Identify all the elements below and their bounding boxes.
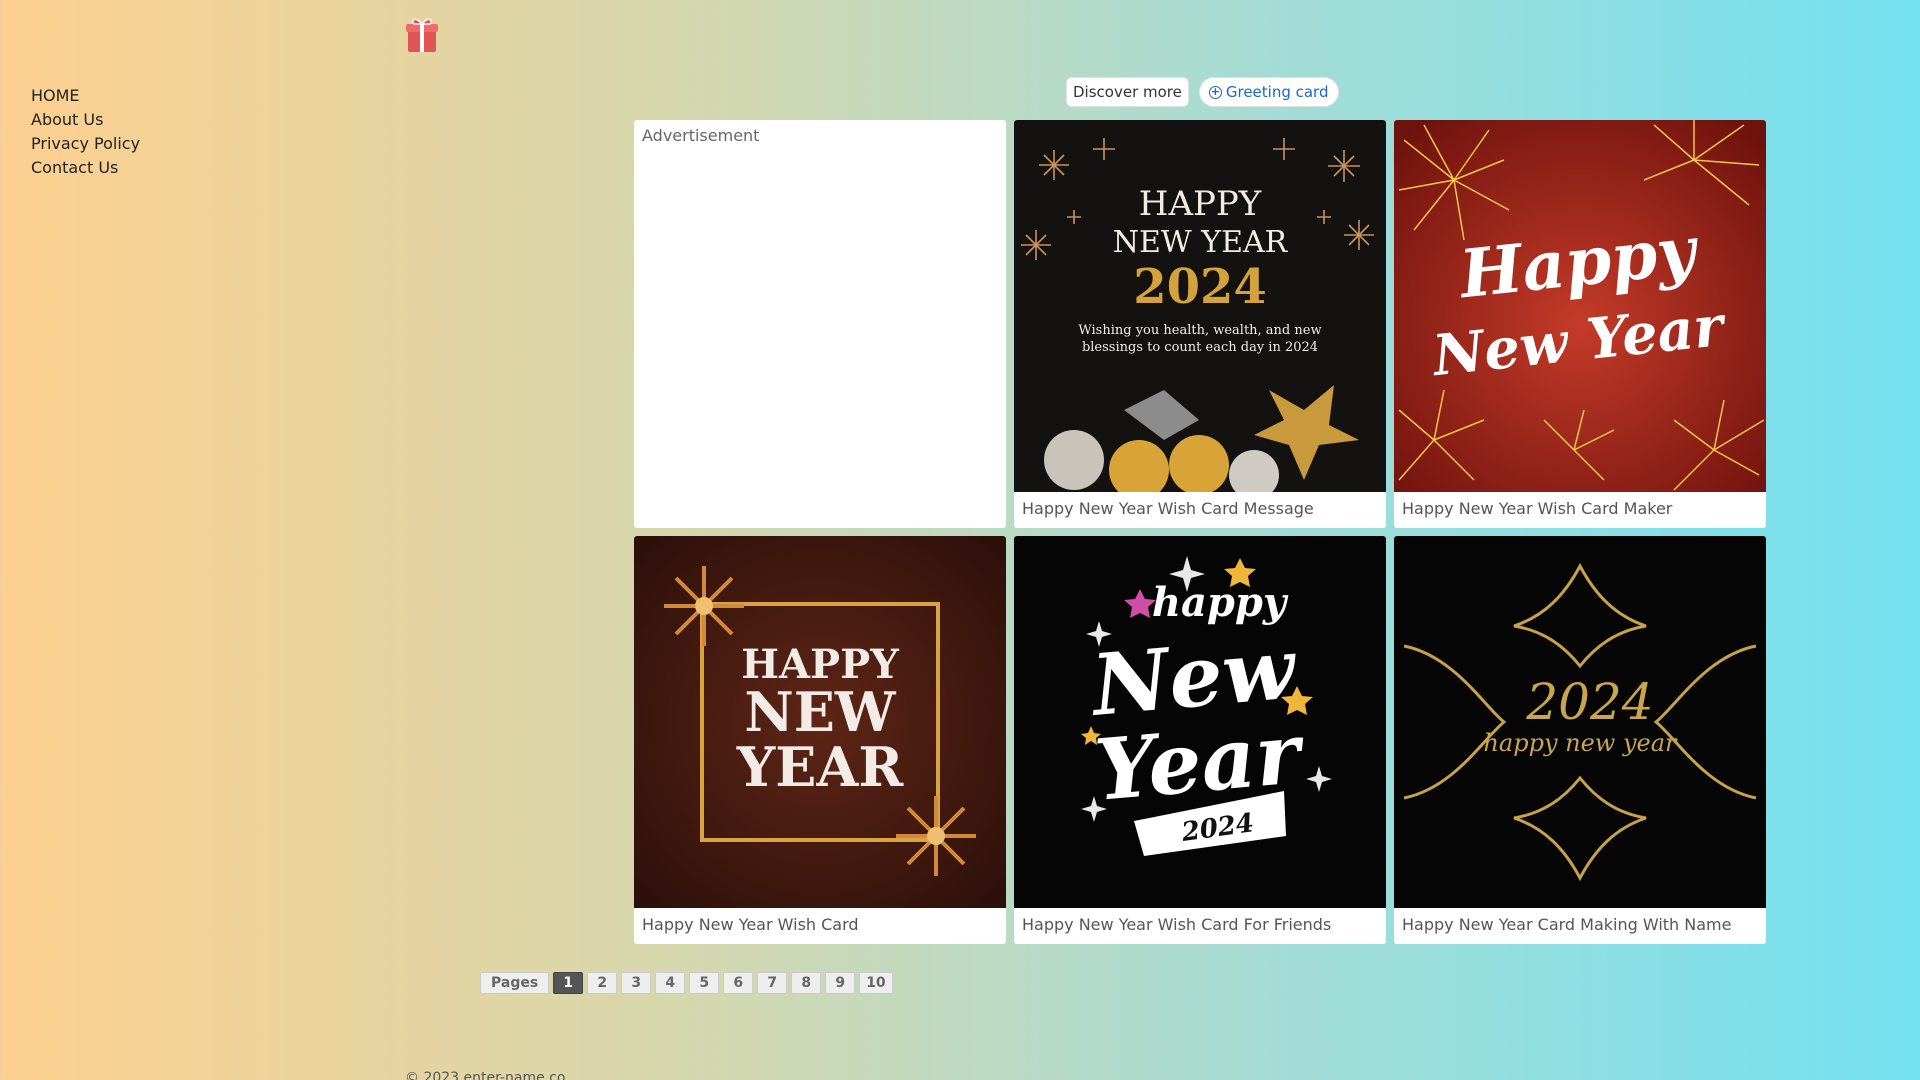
advertisement-slot[interactable]: Advertisement — [634, 120, 1006, 528]
gift-icon — [406, 18, 438, 52]
page-button-6[interactable]: 6 — [723, 972, 754, 994]
page-button-5[interactable]: 5 — [689, 972, 720, 994]
nav-item-home[interactable]: HOME — [31, 84, 140, 108]
card-caption[interactable]: Happy New Year Wish Card For Friends — [1014, 908, 1386, 944]
discover-more-chip[interactable]: Discover more — [1066, 77, 1189, 107]
card-image[interactable]: HAPPY NEW YEAR — [634, 536, 1006, 908]
card-year: 2024 — [1525, 673, 1653, 731]
greeting-card-label: Greeting card — [1225, 83, 1329, 101]
card-image[interactable]: Happy New Year — [1394, 120, 1766, 492]
page-button-8[interactable]: 8 — [791, 972, 822, 994]
card-image[interactable]: HAPPY NEW YEAR 2024 Wishing you health, … — [1014, 120, 1386, 492]
card-wish-line: blessings to count each day in 2024 — [1082, 340, 1318, 355]
card-title-line: happy new year — [1483, 729, 1678, 757]
card-wish-message[interactable]: HAPPY NEW YEAR 2024 Wishing you health, … — [1014, 120, 1386, 528]
plus-circle-icon: + — [1208, 84, 1222, 99]
card-caption[interactable]: Happy New Year Wish Card Message — [1014, 492, 1386, 528]
card-grid: Advertisement HAPPY NEW YEAR 2024 Wishin… — [634, 120, 1766, 944]
page-button-9[interactable]: 9 — [825, 972, 856, 994]
nav-item-about[interactable]: About Us — [31, 108, 140, 132]
card-caption[interactable]: Happy New Year Wish Card — [634, 908, 1006, 944]
greeting-card-chip[interactable]: + Greeting card — [1198, 77, 1339, 107]
page-button-4[interactable]: 4 — [655, 972, 686, 994]
card-caption[interactable]: Happy New Year Card Making With Name — [1394, 908, 1766, 944]
card-wish-maker[interactable]: Happy New Year Happy New Year Wish Card … — [1394, 120, 1766, 528]
page-button-3[interactable]: 3 — [621, 972, 652, 994]
nav-item-privacy[interactable]: Privacy Policy — [31, 132, 140, 156]
footer-copyright: © 2023 enter-name.co — [405, 1070, 566, 1080]
card-year: 2024 — [1133, 259, 1267, 315]
card-wish-friends[interactable]: happy New Year 2024 Happy New Year Wish … — [1014, 536, 1386, 944]
page-button-2[interactable]: 2 — [587, 972, 618, 994]
card-title-line: HAPPY — [1139, 184, 1262, 224]
advertisement-label: Advertisement — [642, 126, 760, 145]
card-making-with-name[interactable]: 2024 happy new year Happy New Year Card … — [1394, 536, 1766, 944]
nav-item-contact[interactable]: Contact Us — [31, 156, 140, 180]
page-button-1[interactable]: 1 — [553, 972, 584, 994]
card-title-line: happy — [1152, 579, 1289, 626]
card-wish[interactable]: HAPPY NEW YEAR Happy New Year Wish Card — [634, 536, 1006, 944]
main-nav: HOME About Us Privacy Policy Contact Us — [31, 84, 140, 180]
pagination-label: Pages — [480, 972, 550, 994]
card-title-line: NEW YEAR — [1113, 225, 1289, 260]
card-image[interactable]: happy New Year 2024 — [1014, 536, 1386, 908]
page-button-10[interactable]: 10 — [859, 972, 893, 994]
page-button-7[interactable]: 7 — [757, 972, 788, 994]
card-wish-line: Wishing you health, wealth, and new — [1078, 323, 1321, 338]
pagination: Pages 1 2 3 4 5 6 7 8 9 10 — [480, 972, 893, 994]
card-image[interactable]: 2024 happy new year — [1394, 536, 1766, 908]
site-logo[interactable] — [402, 14, 442, 54]
discover-chips: Discover more + Greeting card — [1066, 77, 1339, 107]
card-caption[interactable]: Happy New Year Wish Card Maker — [1394, 492, 1766, 528]
card-title-line: YEAR — [736, 735, 905, 799]
